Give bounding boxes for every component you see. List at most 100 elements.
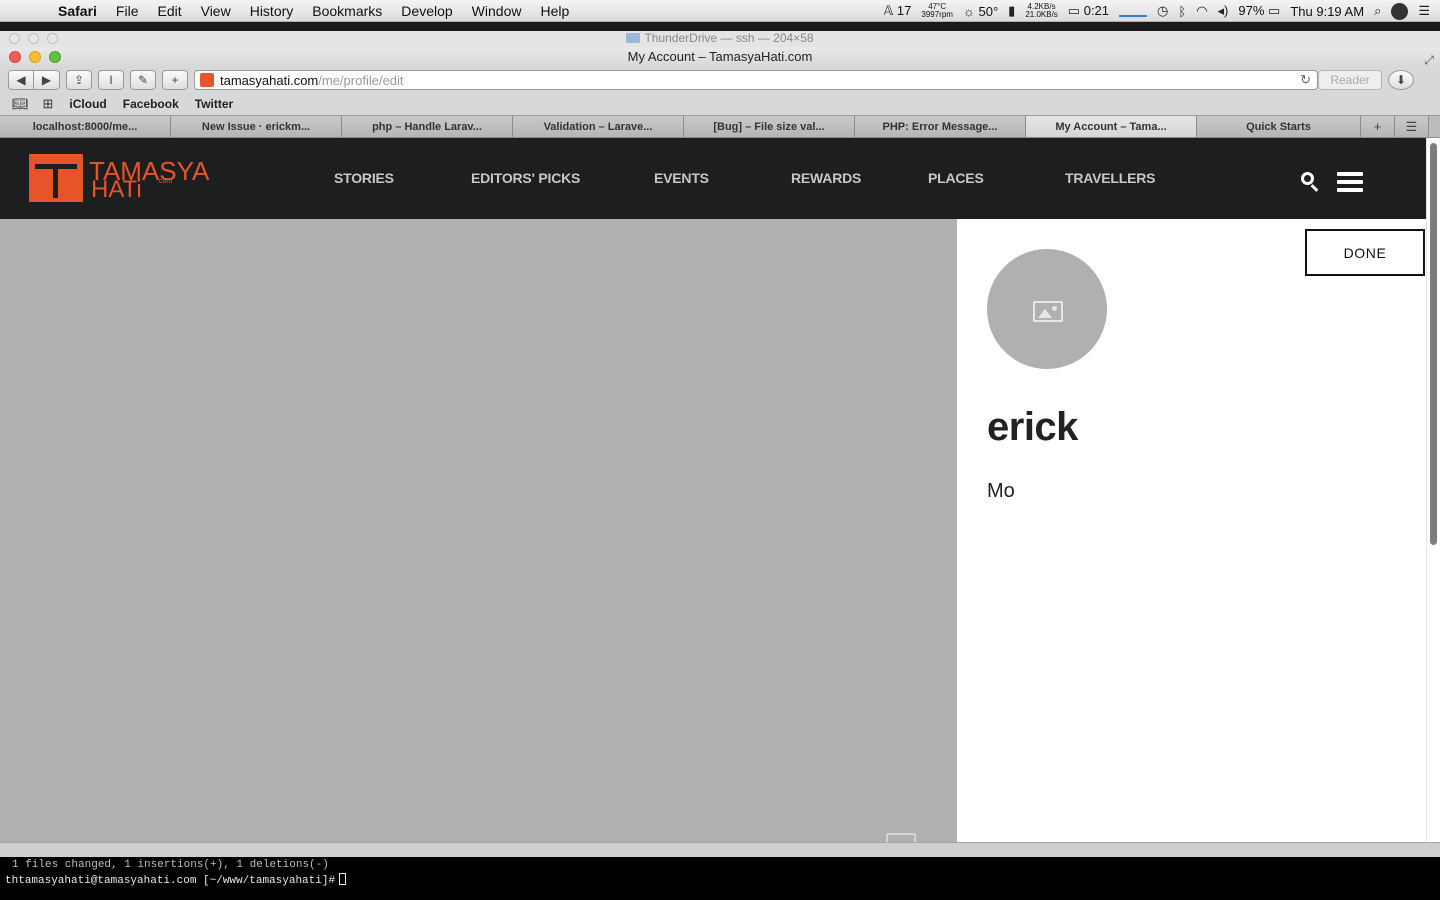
net-down: 21.0KB/s: [1025, 10, 1058, 19]
top-sites-icon[interactable]: ⊞: [43, 96, 54, 112]
share-button[interactable]: ⇪: [66, 70, 92, 90]
tab-bug-file-size[interactable]: [Bug] – File size val...: [684, 116, 855, 137]
terminal-window-title: ThunderDrive — ssh — 204×58: [644, 31, 814, 45]
network-readout[interactable]: 4.2KB/s 21.0KB/s: [1025, 3, 1057, 19]
terminal-close-button[interactable]: [9, 33, 20, 44]
bookmark-facebook[interactable]: Facebook: [123, 97, 179, 111]
reader-button[interactable]: Reader: [1318, 70, 1382, 90]
bookmark-twitter[interactable]: Twitter: [195, 97, 233, 111]
page-scrollbar[interactable]: [1426, 138, 1440, 842]
terminal-zoom-button[interactable]: [47, 33, 58, 44]
clock[interactable]: Thu 9:19 AM: [1290, 4, 1364, 19]
downloads-button[interactable]: ⬇: [1388, 70, 1414, 90]
text-cursor-button[interactable]: I: [98, 70, 124, 90]
weather-status[interactable]: ☼ 50°: [963, 4, 998, 19]
address-bar[interactable]: tamasyahati.com/me/profile/edit ↻: [194, 70, 1318, 90]
menu-view[interactable]: View: [201, 3, 231, 19]
user-avatar-icon[interactable]: [1391, 2, 1409, 20]
menu-history[interactable]: History: [250, 3, 294, 19]
search-button[interactable]: [1299, 170, 1321, 192]
forward-button[interactable]: ▶: [34, 70, 60, 90]
fan-speed: 3997rpm: [921, 10, 953, 19]
site-favicon: [200, 73, 214, 87]
terminal-minimize-button[interactable]: [28, 33, 39, 44]
reload-icon[interactable]: ↻: [1300, 72, 1311, 88]
nav-events[interactable]: EVENTS: [654, 170, 709, 186]
adobe-count: 17: [896, 3, 912, 18]
adobe-status[interactable]: 𝔸 17: [884, 3, 912, 19]
time-machine-icon[interactable]: ◷: [1157, 3, 1168, 19]
text-cursor-icon: I: [109, 73, 113, 87]
battery-time-status[interactable]: ▭ 0:21: [1068, 3, 1109, 19]
terminal-prompt: thtamasyahati@tamasyahati.com [~/www/tam…: [5, 875, 336, 887]
terminal-traffic-lights: [9, 33, 58, 44]
reading-list-icon[interactable]: 📖︎: [12, 96, 29, 112]
tab-overview-button[interactable]: ☰: [1395, 116, 1429, 137]
menu-help[interactable]: Help: [540, 3, 569, 19]
hamburger-menu-button[interactable]: [1337, 172, 1363, 192]
tab-localhost[interactable]: localhost:8000/me...: [0, 116, 171, 137]
window-title: My Account – TamasyaHati.com: [627, 49, 813, 64]
volume-icon[interactable]: ◂): [1218, 3, 1229, 19]
add-bookmark-button[interactable]: +: [162, 70, 188, 90]
disk-activity-meter[interactable]: [1119, 5, 1148, 17]
nav-editors-picks[interactable]: EDITORS' PICKS: [471, 170, 580, 186]
browser-status-strip: [0, 842, 1440, 857]
menu-window[interactable]: Window: [472, 3, 522, 19]
download-icon: ⬇: [1395, 73, 1407, 87]
url-host: tamasyahati.com: [220, 72, 319, 88]
tab-php-error[interactable]: PHP: Error Message...: [855, 116, 1026, 137]
battery-small-icon: ▭: [1067, 3, 1081, 18]
done-button[interactable]: DONE: [1305, 229, 1425, 276]
tab-new-issue[interactable]: New Issue · erickm...: [171, 116, 342, 137]
menu-edit[interactable]: Edit: [157, 3, 181, 19]
profile-avatar[interactable]: [987, 249, 1107, 369]
back-button[interactable]: ◀: [8, 70, 34, 90]
plus-icon: +: [171, 73, 179, 87]
bluetooth-icon[interactable]: ᛒ: [1178, 4, 1186, 19]
menu-bookmarks[interactable]: Bookmarks: [312, 3, 382, 19]
back-arrow-icon: ◀: [16, 73, 26, 87]
menu-develop[interactable]: Develop: [401, 3, 452, 19]
menu-app-name[interactable]: Safari: [58, 3, 97, 19]
share-icon: ⇪: [73, 73, 85, 87]
terminal-output-line: 1 files changed, 1 insertions(+), 1 dele…: [12, 859, 329, 871]
tab-validation[interactable]: Validation – Larave...: [513, 116, 684, 137]
notification-center-icon[interactable]: ☰: [1418, 3, 1430, 19]
tab-bar: localhost:8000/me... New Issue · erickm.…: [0, 115, 1440, 138]
spotlight-icon[interactable]: ⌕: [1374, 3, 1381, 19]
cover-photo-area[interactable]: [0, 219, 957, 842]
plus-icon: +: [1373, 119, 1382, 134]
safari-titlebar: My Account – TamasyaHati.com ⤢: [0, 47, 1440, 67]
battery-status[interactable]: 97% ▭: [1238, 3, 1280, 19]
folder-icon: [626, 33, 641, 43]
tab-php-handle[interactable]: php – Handle Larav...: [342, 116, 513, 137]
minimize-button[interactable]: [29, 51, 41, 63]
site-header: TAMASYA HATi .com STORIES EDITORS' PICKS…: [0, 138, 1440, 219]
extension-button[interactable]: ✎: [130, 70, 156, 90]
back-forward-group: ◀ ▶: [8, 70, 60, 90]
nav-rewards[interactable]: REWARDS: [791, 170, 861, 186]
profile-panel: DONE erick Mo: [957, 219, 1426, 842]
tab-list-icon: ☰: [1405, 118, 1418, 134]
menu-file[interactable]: File: [116, 3, 139, 19]
wifi-icon[interactable]: ◠: [1196, 3, 1207, 19]
nav-places[interactable]: PLACES: [928, 170, 984, 186]
profile-bio[interactable]: Mo: [987, 480, 1015, 503]
terminal-pane[interactable]: 1 files changed, 1 insertions(+), 1 dele…: [0, 857, 1440, 900]
new-tab-button[interactable]: +: [1361, 116, 1395, 137]
image-placeholder-icon: [1033, 301, 1063, 322]
nav-travellers[interactable]: TRAVELLERS: [1065, 170, 1156, 186]
nav-stories[interactable]: STORIES: [334, 170, 394, 186]
tab-quick-starts[interactable]: Quick Starts: [1197, 116, 1361, 137]
url-path: /me/profile/edit: [318, 72, 404, 88]
zoom-button[interactable]: [49, 51, 61, 63]
bookmark-icloud[interactable]: iCloud: [69, 97, 106, 111]
profile-name[interactable]: erick: [987, 405, 1078, 450]
sensor-readout[interactable]: 47°C 3997rpm: [921, 3, 953, 19]
tab-my-account[interactable]: My Account – Tama...: [1026, 116, 1197, 137]
memory-icon[interactable]: ▮: [1008, 3, 1015, 19]
scrollbar-thumb[interactable]: [1430, 143, 1437, 545]
cover-image-icon[interactable]: [886, 833, 916, 842]
close-button[interactable]: [9, 51, 21, 63]
